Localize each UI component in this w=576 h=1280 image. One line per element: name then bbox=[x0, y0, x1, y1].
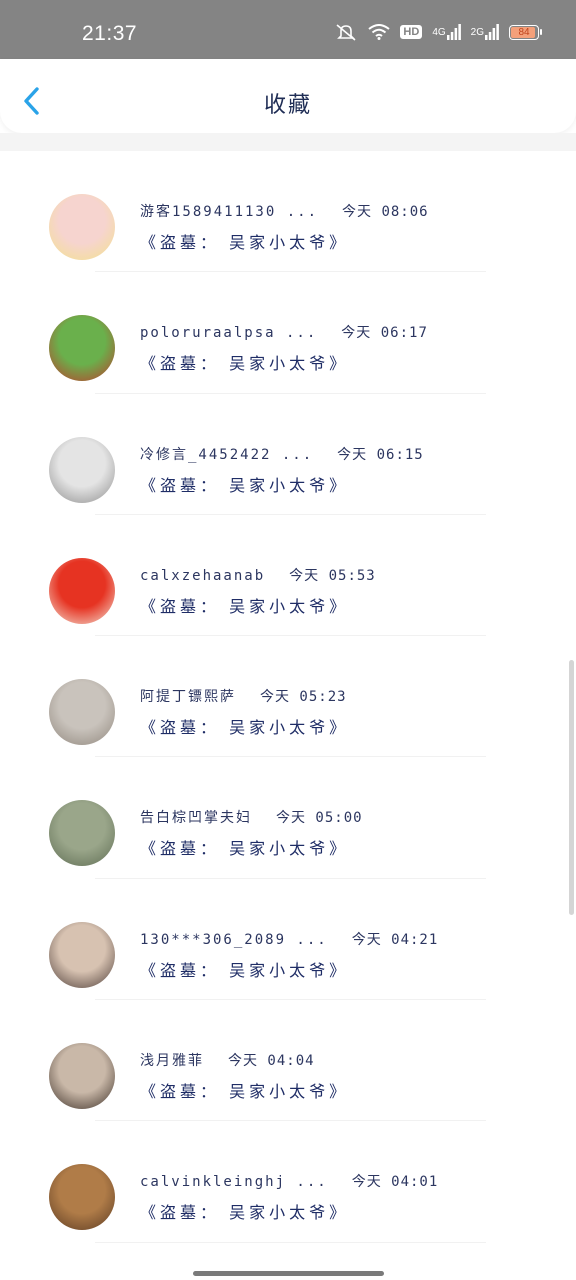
favorites-list: 游客1589411130 ... 今天 08:06 《盗墓： 吴家小太爷》 polor… bbox=[0, 151, 576, 1243]
book-title[interactable]: 《盗墓： 吴家小太爷》 bbox=[140, 350, 349, 374]
battery-icon: 84 bbox=[509, 24, 542, 40]
status-time: 21:37 bbox=[82, 22, 138, 45]
status-icons: HD 4G 2G 84 bbox=[334, 23, 542, 41]
scrollbar[interactable] bbox=[569, 660, 574, 915]
row-divider bbox=[95, 1241, 486, 1243]
item-meta: poloruraalpsa ... 今天 06:17 bbox=[140, 322, 428, 342]
timestamp: 今天 05:23 bbox=[260, 689, 347, 706]
timestamp: 今天 08:06 bbox=[342, 204, 429, 220]
avatar[interactable] bbox=[49, 194, 115, 260]
book-title[interactable]: 《盗墓： 吴家小太爷》 bbox=[140, 957, 349, 981]
book-title[interactable]: 《盗墓： 吴家小太爷》 bbox=[140, 229, 349, 253]
username: calvinkleinghj ... bbox=[140, 1174, 328, 1191]
list-item[interactable]: calvinkleinghj ... 今天 04:01 《盗墓： 吴家小太爷》 bbox=[0, 1121, 576, 1243]
timestamp: 今天 06:15 bbox=[337, 446, 424, 463]
mute-bell-icon bbox=[334, 23, 358, 41]
status-bar: 21:37 HD 4G 2G 84 bbox=[0, 0, 576, 59]
item-meta: 告白棕凹掌夫妇 今天 05:00 bbox=[140, 807, 363, 827]
item-meta: calvinkleinghj ... 今天 04:01 bbox=[140, 1171, 438, 1191]
item-meta: calxzehaanab 今天 05:53 bbox=[140, 565, 376, 585]
username: 冷修言_4452422 ... bbox=[140, 446, 314, 463]
book-title[interactable]: 《盗墓： 吴家小太爷》 bbox=[140, 835, 349, 859]
item-meta: 阿提丁镖熙萨 今天 05:23 bbox=[140, 686, 347, 706]
home-indicator[interactable] bbox=[193, 1271, 384, 1276]
list-item[interactable]: 阿提丁镖熙萨 今天 05:23 《盗墓： 吴家小太爷》 bbox=[0, 636, 576, 758]
header: 收藏 bbox=[0, 59, 576, 133]
avatar[interactable] bbox=[49, 800, 115, 867]
list-item[interactable]: 冷修言_4452422 ... 今天 06:15 《盗墓： 吴家小太爷》 bbox=[0, 394, 576, 515]
book-title[interactable]: 《盗墓： 吴家小太爷》 bbox=[140, 1199, 349, 1223]
page-title: 收藏 bbox=[263, 93, 312, 118]
book-title[interactable]: 《盗墓： 吴家小太爷》 bbox=[140, 472, 349, 496]
list-item[interactable]: 告白棕凹掌夫妇 今天 05:00 《盗墓： 吴家小太爷》 bbox=[0, 757, 576, 879]
battery-level: 84 bbox=[518, 26, 530, 38]
net2-label: 2G bbox=[470, 26, 484, 38]
item-meta: 130***306_2089 ... 今天 04:21 bbox=[140, 929, 438, 949]
list-item[interactable]: calxzehaanab 今天 05:53 《盗墓： 吴家小太爷》 bbox=[0, 515, 576, 637]
item-meta: 冷修言_4452422 ... 今天 06:15 bbox=[140, 444, 424, 464]
username: 130***306_2089 ... bbox=[140, 931, 328, 948]
timestamp: 今天 06:17 bbox=[341, 325, 428, 342]
username: 阿提丁镖熙萨 bbox=[140, 689, 236, 706]
timestamp: 今天 04:21 bbox=[351, 931, 439, 948]
net1-label: 4G bbox=[432, 26, 446, 38]
list-item[interactable]: 130***306_2089 ... 今天 04:21 《盗墓： 吴家小太爷》 bbox=[0, 879, 576, 1001]
username: calxzehaanab bbox=[140, 567, 266, 584]
avatar[interactable] bbox=[49, 679, 115, 746]
avatar[interactable] bbox=[49, 921, 115, 988]
timestamp: 今天 04:04 bbox=[228, 1053, 315, 1070]
avatar[interactable] bbox=[49, 1164, 115, 1231]
username: poloruraalpsa ... bbox=[140, 325, 318, 342]
username: 浅月雅菲 bbox=[140, 1053, 204, 1070]
book-title[interactable]: 《盗墓： 吴家小太爷》 bbox=[140, 1078, 349, 1102]
list-item[interactable]: 游客1589411130 ... 今天 08:06 《盗墓： 吴家小太爷》 bbox=[0, 151, 576, 273]
signal-4g-icon: 4G bbox=[432, 24, 461, 40]
wifi-icon bbox=[368, 24, 391, 40]
item-meta: 游客1589411130 ... 今天 08:06 bbox=[140, 201, 429, 221]
list-item[interactable]: poloruraalpsa ... 今天 06:17 《盗墓： 吴家小太爷》 bbox=[0, 272, 576, 394]
divider-band bbox=[0, 133, 576, 151]
username: 告白棕凹掌夫妇 bbox=[140, 810, 252, 827]
avatar[interactable] bbox=[49, 436, 115, 503]
timestamp: 今天 05:00 bbox=[276, 810, 363, 827]
username: 游客1589411130 ... bbox=[140, 204, 319, 220]
avatar[interactable] bbox=[49, 1043, 115, 1110]
list-item[interactable]: 浅月雅菲 今天 04:04 《盗墓： 吴家小太爷》 bbox=[0, 1000, 576, 1122]
signal-2g-icon: 2G bbox=[471, 24, 499, 40]
item-meta: 浅月雅菲 今天 04:04 bbox=[140, 1050, 315, 1070]
book-title[interactable]: 《盗墓： 吴家小太爷》 bbox=[140, 593, 349, 617]
avatar[interactable] bbox=[49, 557, 115, 624]
timestamp: 今天 05:53 bbox=[289, 567, 376, 584]
hd-badge: HD bbox=[400, 25, 423, 39]
timestamp: 今天 04:01 bbox=[351, 1174, 439, 1191]
avatar[interactable] bbox=[49, 315, 115, 382]
book-title[interactable]: 《盗墓： 吴家小太爷》 bbox=[140, 714, 349, 738]
